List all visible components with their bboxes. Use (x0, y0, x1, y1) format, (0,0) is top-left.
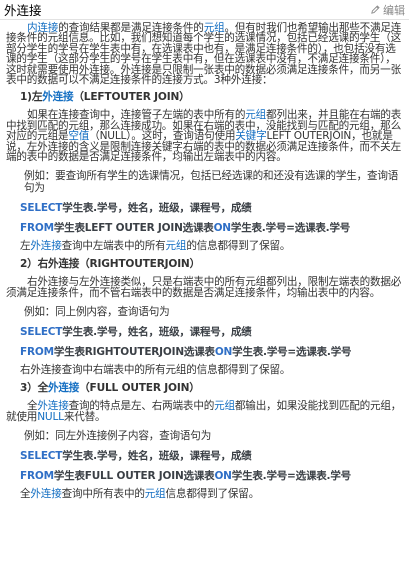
link-tuple[interactable]: 元组 (145, 488, 166, 500)
left-join-description: 如果在连接查询中，连接管子左端的表中所有的元组都列出来，并且能在右端的表中找到匹… (6, 110, 403, 162)
section-title: 外连接 (4, 3, 42, 18)
link-tuple[interactable]: 元组 (166, 240, 187, 252)
left-result-3: 的信息都得到了保留。 (186, 240, 291, 253)
sql-keyword: ON (213, 222, 232, 235)
section-header: 外连接 编辑 (0, 0, 409, 20)
right-example-text: 例如：同上例内容，查询语句为 (24, 306, 170, 319)
full-sql-from: FROM学生表FULL OUTER JOIN选课表ON学生表.学号=选课表.学号 (6, 470, 403, 482)
sql-text: 学生表RIGHTOUTERJOIN选课表 (53, 346, 215, 359)
full-join-description: 全外连接查询的特点是左、右两端表中的元组都输出，如果没能找到匹配的元组，就使用N… (6, 401, 403, 422)
link-outer-join[interactable]: 外连接 (48, 382, 79, 394)
sql-text: 学生表.学号=选课表.学号 (232, 346, 352, 359)
full-result-1: 全 (20, 488, 31, 501)
sql-text: 学生表.学号=选课表.学号 (230, 222, 351, 235)
full-heading-suffix: （FULL OUTER JOIN） (79, 382, 200, 395)
sql-text: 学生表.学号，姓名，班级，课程号，成绩 (62, 202, 252, 215)
right-sql-select: SELECT学生表.学号，姓名，班级，课程号，成绩 (6, 326, 403, 338)
sql-text: 学生表.学号=选课表.学号 (231, 470, 351, 483)
full-result-3: 信息都得到了保留。 (165, 488, 260, 501)
sql-keyword: ON (214, 346, 233, 359)
left-heading-suffix: （LEFTOUTER JOIN） (73, 91, 190, 104)
right-result-text: 右外连接查询中右端表中的所有元组的信息都得到了保留。 (20, 364, 291, 377)
left-heading-prefix: 1)左 (20, 91, 43, 104)
left-example-text: 例如：要查询所有学生的选课情况，包括已经选课的和还没有选课的学生，查询语句为 (24, 170, 399, 195)
left-sql-select: SELECT学生表.学号，姓名，班级，课程号，成绩 (6, 202, 403, 214)
sql-keyword: ON (214, 470, 232, 483)
right-sql-from: FROM学生表RIGHTOUTERJOIN选课表ON学生表.学号=选课表.学号 (6, 346, 403, 358)
link-outer-join[interactable]: 外连接 (42, 91, 73, 103)
intro-paragraph: 内连接的查询结果都是满足连接条件的元组。但有时我们也希望输出那些不满足连接条件的… (6, 22, 403, 87)
sql-text: 学生表FULL OUTER JOIN选课表 (53, 470, 215, 483)
sql-keyword: FROM (20, 470, 54, 483)
full-join-heading: 3）全外连接（FULL OUTER JOIN） (6, 382, 403, 394)
sql-keyword: FROM (20, 346, 54, 359)
sql-keyword: SELECT (20, 326, 63, 339)
sql-text: 学生表LEFT OUTER JOIN选课表 (53, 222, 214, 235)
page: 外连接 编辑 内连接的查询结果都是满足连接条件的元组。但有时我们也希望输出那些不… (0, 0, 409, 573)
edit-label: 编辑 (383, 3, 405, 17)
left-sql-from: FROM学生表LEFT OUTER JOIN选课表ON学生表.学号=选课表.学号 (6, 222, 403, 234)
edit-button[interactable]: 编辑 (370, 2, 405, 18)
right-join-description: 右外连接与左外连接类似，只是右端表中的所有元组都列出，限制左端表的数据必须满足连… (6, 276, 402, 299)
link-tuple[interactable]: 元组 (214, 400, 235, 412)
left-result-text: 左外连接查询中左端表中的所有元组的信息都得到了保留。 (6, 240, 403, 252)
pencil-icon (371, 5, 380, 14)
full-sql-select: SELECT学生表.学号，姓名，班级，课程号，成绩 (6, 450, 403, 462)
full-desc-4: 来代替。 (63, 410, 106, 423)
full-example-text: 例如：同左外连接例子内容，查询语句为 (24, 430, 212, 443)
full-heading-prefix: 3）全 (20, 382, 48, 395)
sql-text: 学生表.学号，姓名，班级，课程号，成绩 (62, 450, 252, 463)
article-body: 内连接的查询结果都是满足连接条件的元组。但有时我们也希望输出那些不满足连接条件的… (0, 20, 409, 500)
right-join-heading: 2）右外连接（RIGHTOUTERJOIN） (20, 258, 200, 271)
link-null[interactable]: NULL (37, 411, 64, 423)
sql-text: 学生表.学号，姓名，班级，课程号，成绩 (62, 326, 252, 339)
full-result-text: 全外连接查询中所有表中的元组信息都得到了保留。 (6, 488, 403, 500)
left-result-2: 查询中左端表中的所有 (61, 240, 166, 253)
left-join-heading: 1)左外连接（LEFTOUTER JOIN） (6, 91, 403, 103)
sql-keyword: SELECT (20, 450, 63, 463)
intro-text-2: 。但有时我们也希望输出那些不满足连接条件的元组信息。比如，我们想知道每个学生的选… (6, 22, 402, 87)
sql-keyword: FROM (20, 222, 54, 235)
link-outer-join[interactable]: 外连接 (30, 488, 61, 500)
left-result-1: 左 (20, 240, 31, 253)
sql-keyword: SELECT (20, 202, 63, 215)
link-outer-join[interactable]: 外连接 (30, 240, 61, 252)
full-result-2: 查询中所有表中的 (61, 488, 145, 501)
